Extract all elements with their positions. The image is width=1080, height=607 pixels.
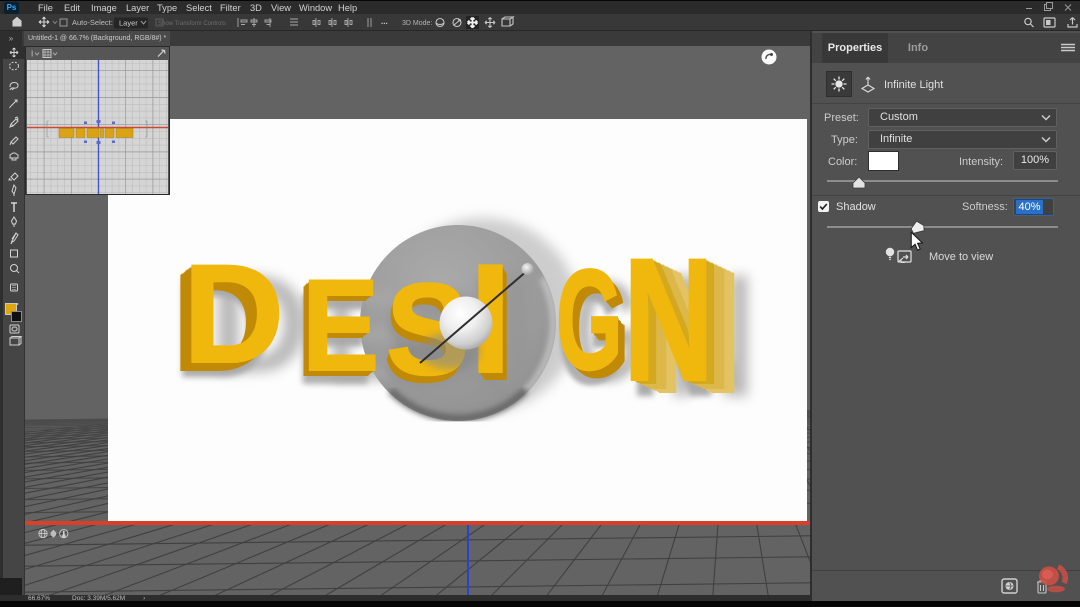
svg-text:I: I bbox=[31, 50, 33, 59]
